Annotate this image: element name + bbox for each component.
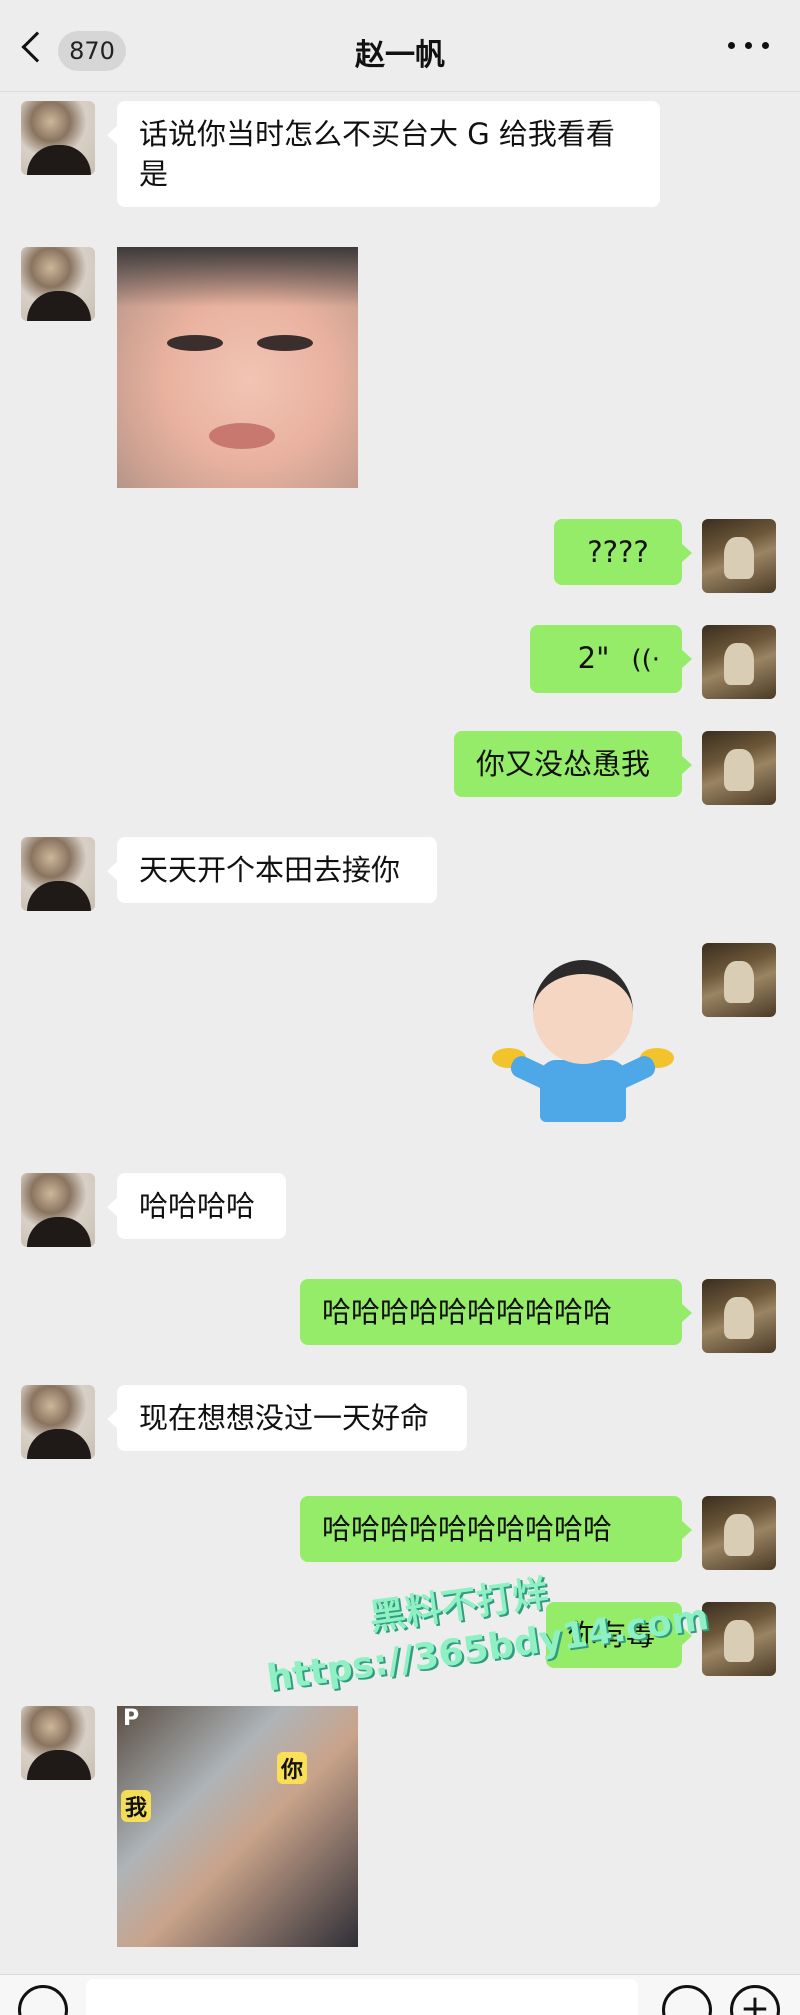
- sent-message-bubble[interactable]: ????: [554, 519, 692, 585]
- sticker-body: [540, 1060, 626, 1122]
- message-input[interactable]: [86, 1979, 638, 2015]
- sent-message-bubble[interactable]: 你又没怂恿我: [454, 731, 692, 797]
- user-avatar[interactable]: [702, 625, 776, 699]
- contact-avatar[interactable]: [21, 247, 95, 321]
- sticker-head: [533, 960, 633, 1064]
- user-avatar[interactable]: [702, 943, 776, 1017]
- sticker-eye: [257, 335, 313, 351]
- plus-icon[interactable]: +: [730, 1985, 780, 2015]
- baby-face-sticker[interactable]: [117, 247, 358, 488]
- received-gif-sticker[interactable]: P 我 你: [117, 1706, 358, 1947]
- contact-avatar[interactable]: [21, 837, 95, 911]
- voice-message-bubble[interactable]: 2" ((·: [530, 625, 692, 693]
- emoji-icon[interactable]: [662, 1985, 712, 2015]
- watermark: 黑料不打烊 https://365bdy14.com: [258, 1549, 712, 1702]
- contact-avatar[interactable]: [21, 101, 95, 175]
- user-avatar[interactable]: [702, 731, 776, 805]
- sent-message-bubble[interactable]: 哈哈哈哈哈哈哈哈哈哈: [300, 1279, 692, 1345]
- back-arrow-icon[interactable]: [21, 31, 53, 63]
- chat-header: 870 赵一帆: [0, 0, 800, 92]
- unread-count-badge[interactable]: 870: [58, 31, 126, 71]
- sticker-hair: [117, 247, 358, 307]
- user-avatar[interactable]: [702, 519, 776, 593]
- user-avatar[interactable]: [702, 1279, 776, 1353]
- user-avatar[interactable]: [702, 1496, 776, 1570]
- contact-avatar[interactable]: [21, 1385, 95, 1459]
- received-message-bubble[interactable]: 现在想想没过一天好命: [107, 1385, 467, 1451]
- gif-caption: 我: [121, 1790, 152, 1822]
- gif-corner-letter: P: [123, 1706, 140, 1731]
- sticker-eye: [167, 335, 223, 351]
- voice-input-icon[interactable]: [18, 1985, 68, 2015]
- more-options-icon[interactable]: [728, 42, 772, 52]
- received-message-bubble[interactable]: 天天开个本田去接你: [107, 837, 437, 903]
- sticker-mouth: [209, 423, 275, 449]
- sent-message-bubble[interactable]: 哈哈哈哈哈哈哈哈哈哈: [300, 1496, 692, 1562]
- voice-duration: 2": [577, 641, 610, 675]
- contact-avatar[interactable]: [21, 1173, 95, 1247]
- gif-caption: 你: [277, 1752, 308, 1784]
- user-avatar[interactable]: [702, 1602, 776, 1676]
- voice-wave-icon: ((·: [631, 645, 660, 675]
- received-message-bubble[interactable]: 话说你当时怎么不买台大 G 给我看看是: [107, 101, 660, 207]
- message-input-bar: +: [0, 1974, 800, 2015]
- shrug-baby-sticker[interactable]: [488, 950, 678, 1130]
- received-message-bubble[interactable]: 哈哈哈哈: [107, 1173, 286, 1239]
- contact-avatar[interactable]: [21, 1706, 95, 1780]
- chat-title: 赵一帆: [355, 38, 445, 73]
